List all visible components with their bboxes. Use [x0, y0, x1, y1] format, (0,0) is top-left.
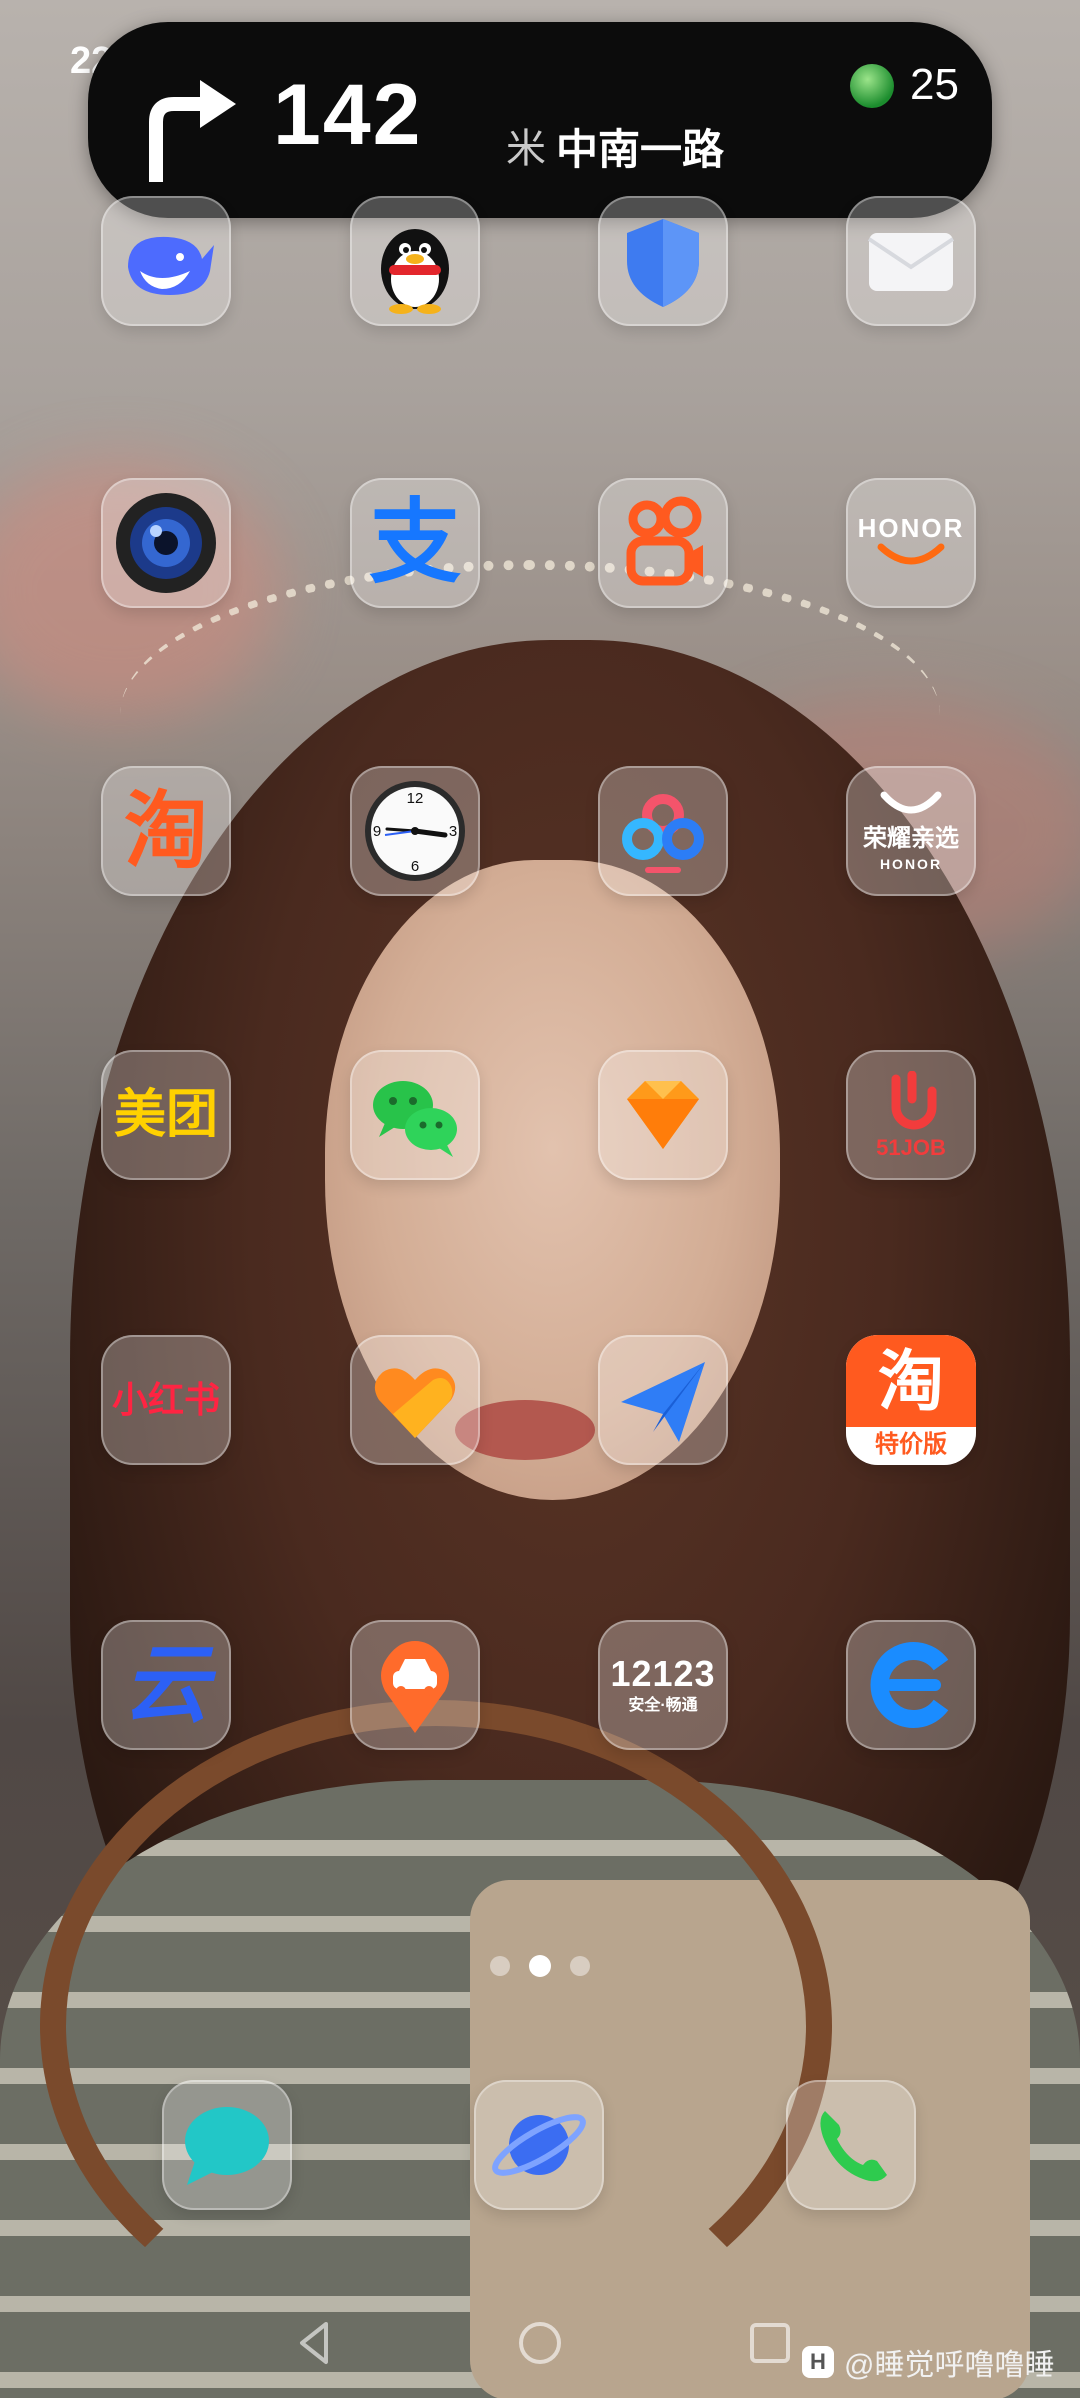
taobao-icon: 淘	[123, 784, 208, 878]
honor-smile-icon	[877, 543, 945, 565]
cloud-rings-icon	[622, 794, 704, 873]
penguin-icon	[381, 229, 449, 314]
clock-app[interactable]: 12 3 6 9	[350, 766, 480, 896]
nav-road-name: 中南一路	[556, 126, 725, 173]
51job-hand-icon	[891, 1071, 937, 1130]
qq-app[interactable]	[350, 196, 480, 326]
kuaishou-icon	[626, 496, 703, 586]
honor-selection-smile-icon	[880, 791, 942, 814]
heart-icon	[374, 1368, 456, 1438]
clock-numeral-6: 6	[411, 858, 419, 875]
clock-icon: 12 3 6 9	[365, 781, 465, 881]
honor-selection-sublabel: HONOR	[879, 856, 943, 872]
taobao-app[interactable]: 淘	[101, 766, 231, 896]
taobao-lite-app[interactable]: 淘 特价版	[846, 1335, 976, 1465]
wechat-app[interactable]	[350, 1050, 480, 1180]
51job-app[interactable]: 51JOB	[846, 1050, 976, 1180]
taobao-lite-glyph: 淘	[878, 1344, 944, 1418]
whale-icon	[128, 236, 214, 295]
camera-app[interactable]	[101, 478, 231, 608]
xiaohongshu-app[interactable]: 小红书	[101, 1335, 231, 1465]
yun-icon: 云	[123, 1637, 209, 1733]
phone-app[interactable]	[786, 2080, 916, 2210]
back-button[interactable]	[290, 2318, 340, 2368]
wallpaper	[0, 0, 1080, 2398]
page-indicator-dot-1[interactable]	[490, 1956, 510, 1976]
meituan-app[interactable]: 美团	[101, 1050, 231, 1180]
page-indicator-dot-3[interactable]	[570, 1956, 590, 1976]
taobao-lite-label: 特价版	[875, 1431, 947, 1458]
paper-plane-app[interactable]	[598, 1335, 728, 1465]
diamond-icon	[627, 1081, 699, 1149]
watermark: H @睡觉呼噜噜睡	[802, 2340, 1054, 2384]
watermark-badge: H	[802, 2346, 834, 2378]
email-app[interactable]	[846, 196, 976, 326]
ride-app[interactable]	[350, 1620, 480, 1750]
alipay-icon: 支	[368, 492, 461, 594]
xiaohongshu-icon: 小红书	[111, 1379, 220, 1420]
paper-plane-icon	[621, 1362, 705, 1442]
honor-logo-icon: HONOR	[858, 515, 965, 571]
51job-icon: 51JOB	[876, 1071, 946, 1159]
turn-right-icon	[149, 80, 236, 182]
page-indicator-dot-2-active[interactable]	[529, 1955, 551, 1977]
wallpaper-crown	[120, 560, 940, 870]
deepseek-app[interactable]	[101, 196, 231, 326]
recents-button[interactable]	[745, 2318, 795, 2368]
honor-logo-text: HONOR	[857, 513, 965, 543]
alipay-app[interactable]: 支	[350, 478, 480, 608]
wechat-icon	[373, 1081, 457, 1157]
clock-numeral-3: 3	[449, 823, 457, 840]
chat-bubble-icon	[185, 2107, 269, 2185]
traffic-12123-number: 12123	[610, 1653, 716, 1694]
nav-distance-unit: 米	[506, 127, 546, 171]
meituan-icon: 美团	[113, 1086, 218, 1144]
browser-app[interactable]	[474, 2080, 604, 2210]
phone-icon	[820, 2111, 887, 2182]
baidu-netdisk-app[interactable]	[598, 766, 728, 896]
traffic-12123-app[interactable]: 12123 安全·畅通	[598, 1620, 728, 1750]
security-app[interactable]	[598, 196, 728, 326]
satellite-signal-icon	[850, 64, 894, 108]
honor-app[interactable]: HONOR	[846, 478, 976, 608]
shield-icon	[627, 219, 699, 307]
honor-selection-app[interactable]: 荣耀亲选 HONOR	[846, 766, 976, 896]
watermark-text: @睡觉呼噜噜睡	[844, 2349, 1055, 2382]
satellite-count: 25	[910, 60, 959, 109]
messages-app[interactable]	[162, 2080, 292, 2210]
honor-selection-icon: 荣耀亲选 HONOR	[863, 791, 959, 871]
12123-icon: 12123 安全·畅通	[610, 1656, 715, 1714]
home-button[interactable]	[515, 2318, 565, 2368]
car-pin-icon	[381, 1641, 449, 1733]
diamond-app[interactable]	[598, 1050, 728, 1180]
camera-lens-icon	[116, 493, 216, 593]
navigation-capsule[interactable]: 142 米 中南一路 25	[88, 22, 992, 218]
kuaishou-app[interactable]	[598, 478, 728, 608]
cloud-app[interactable]: 云	[101, 1620, 231, 1750]
clock-numeral-9: 9	[373, 823, 381, 840]
51job-label: 51JOB	[876, 1135, 946, 1160]
planet-icon	[492, 2114, 586, 2176]
health-app[interactable]	[350, 1335, 480, 1465]
c-logo-icon	[870, 1642, 949, 1728]
wallpaper-bag-strap	[40, 1700, 832, 2352]
honor-selection-label: 荣耀亲选	[863, 825, 959, 852]
clock-numeral-12: 12	[407, 790, 424, 807]
traffic-12123-slogan: 安全·畅通	[628, 1697, 698, 1714]
nav-distance: 142	[273, 67, 423, 163]
taobao-lite-icon: 淘 特价版	[846, 1335, 976, 1465]
browser-c-app[interactable]	[846, 1620, 976, 1750]
envelope-icon	[867, 233, 955, 291]
